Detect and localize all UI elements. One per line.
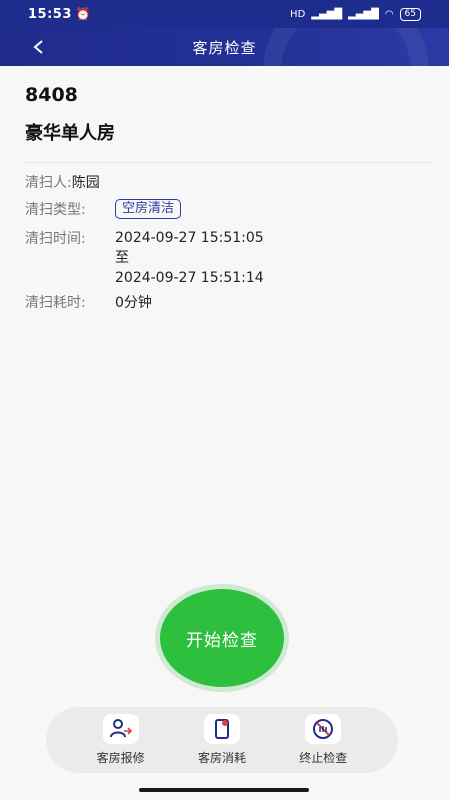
cleaner-row: 清扫人: 陈园 [25,172,100,192]
duration-row: 清扫耗时: 0分钟 [25,292,152,312]
consume-icon [203,714,240,744]
stop-inspection-button[interactable]: 终止检查 [283,714,363,766]
stop-icon [305,714,342,744]
clean-type-label: 清扫类型: [25,202,86,218]
room-consume-button[interactable]: 客房消耗 [182,714,262,766]
room-repair-label: 客房报修 [96,751,145,765]
signal-icon: ▂▄▆█ [311,8,343,20]
wifi-icon: ◠ [384,8,394,20]
clean-time-label: 清扫时间: [25,231,86,247]
clean-time-start: 2024-09-27 15:51:05 [115,230,264,246]
status-bar: 15:53 ⏰ HD ▂▄▆█ ▂▄▆█ ◠ 65 [0,0,449,28]
cleaner-label: 清扫人: [25,175,72,191]
start-button-ring: 开始检查 [155,584,289,692]
signal-icon-2: ▂▄▆█ [348,8,379,20]
clean-time-end: 2024-09-27 15:51:14 [115,270,264,286]
page-title: 客房检查 [192,38,257,57]
clean-type-tag: 空房清洁 [115,199,182,219]
network-label: HD [290,8,306,20]
repair-icon [102,714,139,744]
home-indicator[interactable] [139,788,309,792]
room-repair-button[interactable]: 客房报修 [81,714,161,766]
battery-icon: 65 [399,7,421,21]
divider [25,162,431,163]
cleaner-value: 陈园 [71,175,100,191]
room-type: 豪华单人房 [25,123,115,144]
alarm-icon: ⏰ [75,7,91,21]
start-inspection-button[interactable]: 开始检查 [160,589,284,687]
clean-time-row: 清扫时间: 2024-09-27 15:51:05 至 2024-09-27 1… [25,228,264,288]
clean-time-sep: 至 [115,250,129,266]
duration-label: 清扫耗时: [25,295,86,311]
bottom-toolbar: 客房报修 客房消耗 终止检查 [46,707,398,773]
room-consume-label: 客房消耗 [197,751,246,765]
duration-value: 0分钟 [115,295,152,311]
back-button[interactable] [26,34,52,60]
nav-bar: 客房检查 [0,28,449,66]
clean-type-row: 清扫类型: 空房清洁 [25,199,182,219]
stop-inspection-label: 终止检查 [299,751,348,765]
status-time: 15:53 [28,6,72,22]
room-number: 8408 [25,84,78,106]
clean-time-value: 2024-09-27 15:51:05 至 2024-09-27 15:51:1… [115,228,264,288]
status-indicators: HD ▂▄▆█ ▂▄▆█ ◠ 65 [290,7,421,21]
chevron-left-icon [33,40,43,54]
